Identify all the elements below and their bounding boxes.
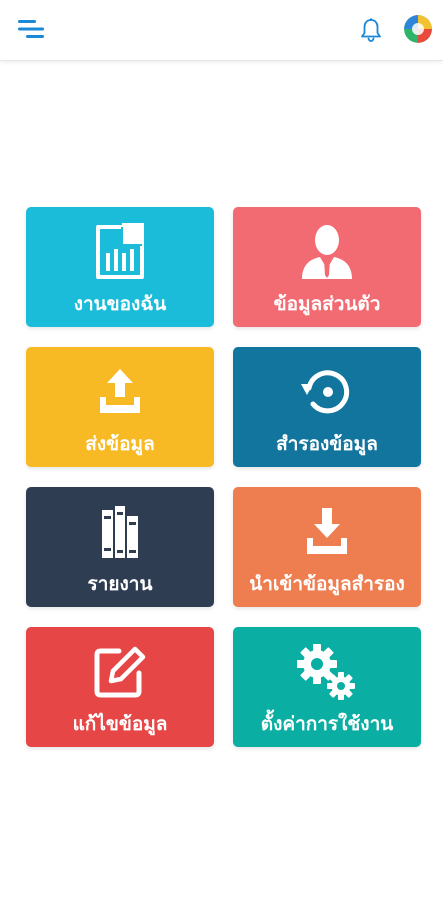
- tile-my-work[interactable]: งานของฉัน: [26, 207, 214, 327]
- person-icon: [233, 221, 421, 283]
- tile-backup-data[interactable]: สำรองข้อมูล: [233, 347, 421, 467]
- tile-send-data[interactable]: ส่งข้อมูล: [26, 347, 214, 467]
- tile-personal-info[interactable]: ข้อมูลส่วนตัว: [233, 207, 421, 327]
- tile-report[interactable]: รายงาน: [26, 487, 214, 607]
- gears-icon: [233, 641, 421, 703]
- restore-icon: [233, 361, 421, 423]
- tile-label: สำรองข้อมูล: [276, 433, 378, 455]
- tile-edit-data[interactable]: แก้ไขข้อมูล: [26, 627, 214, 747]
- upload-icon: [26, 361, 214, 423]
- tile-label: รายงาน: [87, 573, 153, 595]
- books-icon: [26, 501, 214, 563]
- tile-label: แก้ไขข้อมูล: [72, 713, 168, 735]
- tile-label: ข้อมูลส่วนตัว: [273, 293, 381, 315]
- tile-label: ส่งข้อมูล: [85, 433, 155, 455]
- tile-label: นำเข้าข้อมูลสำรอง: [249, 573, 405, 595]
- download-icon: [233, 501, 421, 563]
- edit-icon: [26, 641, 214, 703]
- tile-import-backup[interactable]: นำเข้าข้อมูลสำรอง: [233, 487, 421, 607]
- tile-label: งานของฉัน: [73, 293, 167, 315]
- tile-settings[interactable]: ตั้งค่าการใช้งาน: [233, 627, 421, 747]
- document-chart-icon: [26, 221, 214, 283]
- tile-label: ตั้งค่าการใช้งาน: [260, 713, 394, 735]
- menu-grid: งานของฉัน ข้อมูลส่วนตัว ส่งข้อมูล สำรองข…: [0, 0, 443, 900]
